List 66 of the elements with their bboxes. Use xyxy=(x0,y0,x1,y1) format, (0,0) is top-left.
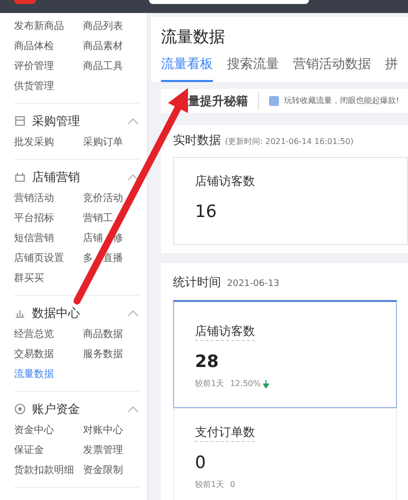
section-title: 实时数据 xyxy=(173,132,221,148)
compare-value: 0 xyxy=(230,478,236,490)
sidebar-item[interactable]: 商品列表 xyxy=(83,17,123,37)
tab[interactable]: 拼 xyxy=(385,55,398,82)
sidebar-item[interactable]: 服务数据 xyxy=(83,345,123,365)
sidebar-item[interactable]: 短信营销 xyxy=(14,229,54,249)
sidebar-item[interactable]: 保证金 xyxy=(14,441,44,461)
sidebar-item[interactable]: 店铺页设置 xyxy=(14,249,64,269)
chevron-up-icon[interactable] xyxy=(127,117,139,125)
box-icon xyxy=(14,115,26,127)
sidebar-item[interactable]: 资金中心 xyxy=(14,421,54,441)
metric-label: 店铺访客数 xyxy=(195,172,256,190)
compare-value: 12.50% xyxy=(230,378,261,390)
sidebar-item[interactable]: 店铺 xyxy=(83,229,103,249)
shop-icon xyxy=(14,171,26,183)
sidebar-item[interactable]: 商品体检 xyxy=(14,37,54,57)
sidebar-item[interactable]: 采购订单 xyxy=(83,133,123,153)
metric-card[interactable]: 店铺访客数 28 较前1天 12.50% xyxy=(173,300,397,408)
section-title: 统计时间 xyxy=(173,274,221,290)
coin-icon xyxy=(14,403,26,415)
metric-value: 0 xyxy=(195,452,207,475)
sidebar-item[interactable]: 资金限制 xyxy=(83,461,123,481)
logo-icon xyxy=(14,0,36,4)
stat-date: 2021-06-13 xyxy=(227,278,280,290)
sidebar-item[interactable]: 竞价活动 xyxy=(83,189,123,209)
sidebar-item[interactable]: 营销活动 xyxy=(14,189,54,209)
section-title[interactable]: 采购管理 xyxy=(32,112,127,130)
sidebar-item[interactable]: 对账中心 xyxy=(83,421,123,441)
sidebar-item[interactable]: 交易数据 xyxy=(14,345,54,365)
compare-label: 较前1天 xyxy=(195,378,224,390)
sidebar-item[interactable]: 多 xyxy=(83,249,93,269)
sidebar-item[interactable]: 直播 xyxy=(103,249,123,269)
tab[interactable]: 营销活动数据 xyxy=(293,55,371,82)
tab[interactable]: 流量看板 xyxy=(161,55,213,82)
section-title[interactable]: 数据中心 xyxy=(32,304,127,322)
note-icon xyxy=(269,96,279,106)
sidebar-item[interactable]: 流量数据 xyxy=(14,365,54,385)
tab[interactable]: 搜索流量 xyxy=(227,55,279,82)
page-title: 流量数据 xyxy=(161,26,226,48)
sidebar-item[interactable]: 商品素材 xyxy=(83,37,123,57)
section-title[interactable]: 账户资金 xyxy=(32,400,127,418)
sidebar-item[interactable]: 批发采购 xyxy=(14,133,54,153)
sidebar-item[interactable]: 经营总览 xyxy=(14,325,54,345)
sidebar-item[interactable]: 商品数据 xyxy=(83,325,123,345)
section-title[interactable]: 店铺营销 xyxy=(32,168,127,186)
sidebar-item[interactable]: 发布新商品 xyxy=(14,17,64,37)
sidebar-item[interactable]: 群买买 xyxy=(14,269,44,289)
search-field[interactable] xyxy=(149,0,309,4)
metric-value: 28 xyxy=(195,351,220,374)
sidebar-item[interactable]: 平台招标 xyxy=(14,209,54,229)
chevron-up-icon[interactable] xyxy=(127,173,139,181)
sidebar-item[interactable]: 供货管理 xyxy=(14,77,54,97)
metric-label: 店铺访客数 xyxy=(195,322,255,341)
chevron-up-icon[interactable] xyxy=(127,309,139,317)
chevron-up-icon[interactable] xyxy=(127,405,139,413)
sidebar-item[interactable]: 商品工具 xyxy=(83,57,123,77)
sidebar-item[interactable]: 营销工 xyxy=(83,209,113,229)
sidebar-item[interactable]: 评价管理 xyxy=(14,57,54,77)
metric-value: 16 xyxy=(195,200,218,224)
metric-label: 支付订单数 xyxy=(195,423,255,442)
sidebar-item[interactable]: 货款扣款明细 xyxy=(14,461,74,481)
banner-tip: 玩转收藏流量，闭眼也能起爆款! xyxy=(284,94,400,106)
metric-card[interactable]: 支付订单数 0 较前1天 0 xyxy=(173,408,397,500)
update-time: (更新时间: 2021-06-14 16:01:50) xyxy=(225,136,354,148)
compare-label: 较前1天 xyxy=(195,478,224,490)
sidebar-item[interactable]: 发票管理 xyxy=(83,441,123,461)
